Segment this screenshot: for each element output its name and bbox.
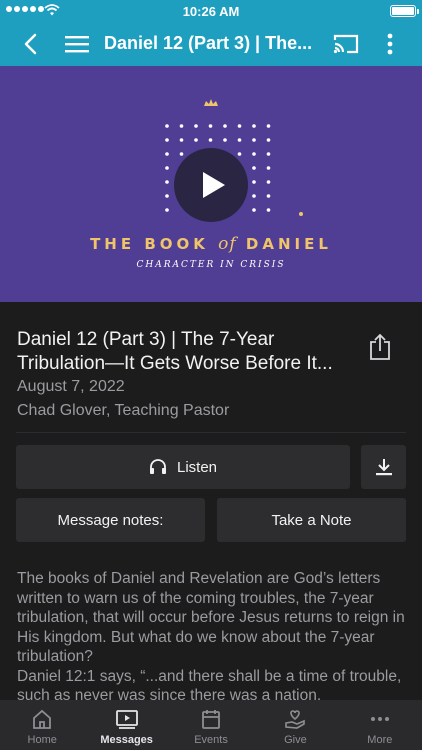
- play-icon: [203, 172, 225, 198]
- artwork-dot: [165, 138, 169, 142]
- message-notes-button[interactable]: Message notes:: [16, 498, 205, 542]
- artwork-dot: [252, 208, 256, 212]
- message-title: Daniel 12 (Part 3) | The 7-Year Tribulat…: [17, 329, 333, 374]
- artwork-dot: [208, 124, 213, 128]
- artwork-dot: [252, 138, 256, 142]
- download-button[interactable]: [361, 445, 406, 489]
- artwork-dot: [165, 180, 169, 184]
- tab-events[interactable]: Events: [169, 700, 253, 750]
- series-artwork: THE BOOK of DANIEL CHARACTER IN CRISIS: [0, 66, 422, 302]
- tab-home[interactable]: Home: [0, 700, 84, 750]
- crown-icon: [204, 99, 218, 106]
- listen-button[interactable]: Listen: [16, 445, 350, 489]
- artwork-dot: [266, 152, 271, 156]
- artwork-dot: [165, 152, 169, 156]
- artwork-dot: [266, 180, 271, 184]
- hamburger-menu-icon[interactable]: [64, 32, 90, 56]
- artwork-dot: [165, 166, 169, 170]
- app-bar: Daniel 12 (Part 3) | The...: [0, 22, 422, 66]
- artwork-dot: [266, 194, 271, 198]
- calendar-icon: [202, 710, 220, 729]
- artwork-dot: [252, 194, 256, 198]
- artwork-dot: [252, 152, 256, 156]
- more-vertical-icon[interactable]: [380, 32, 400, 56]
- tab-give[interactable]: Give: [253, 700, 337, 750]
- back-arrow-icon[interactable]: [20, 32, 44, 56]
- messages-icon: [115, 710, 138, 729]
- message-date: August 7, 2022: [17, 378, 125, 395]
- listen-label: Listen: [176, 458, 218, 476]
- artwork-dot: [252, 124, 256, 128]
- artwork-dot: [223, 138, 227, 142]
- message-description: The books of Daniel and Revelation are G…: [17, 569, 409, 706]
- cast-icon[interactable]: [333, 32, 359, 56]
- take-a-note-button[interactable]: Take a Note: [217, 498, 406, 542]
- give-icon: [285, 710, 306, 729]
- tab-bar: Home Messages Events Give More: [0, 700, 422, 750]
- screen: 10:26 AM Daniel 12 (Part 3) | The... THE…: [0, 0, 422, 750]
- artwork-dot: [266, 208, 271, 212]
- artwork-dot: [179, 124, 184, 128]
- artwork-dot: [252, 166, 256, 170]
- share-icon[interactable]: [368, 333, 392, 361]
- series-title: THE BOOK of DANIEL: [90, 234, 332, 254]
- more-horizontal-icon: [370, 717, 389, 721]
- status-time: 10:26 AM: [182, 4, 240, 19]
- tab-more[interactable]: More: [338, 700, 422, 750]
- artwork-dot: [266, 166, 271, 170]
- artwork-dot: [194, 138, 198, 142]
- artwork-dot: [208, 138, 213, 142]
- artwork-dot: [165, 124, 169, 128]
- home-icon: [33, 709, 52, 729]
- headphones-icon: [149, 459, 166, 474]
- artwork-dot: [237, 138, 242, 142]
- artwork-dot: [194, 124, 198, 128]
- app-bar-title: Daniel 12 (Part 3) | The...: [104, 33, 313, 53]
- artwork-dot: [165, 208, 169, 212]
- artwork-dot: [223, 124, 227, 128]
- message-speaker: Chad Glover, Teaching Pastor: [17, 402, 230, 419]
- download-icon: [375, 459, 392, 476]
- artwork-dot: [165, 194, 169, 198]
- artwork-dot: [237, 124, 242, 128]
- artwork-dot: [179, 138, 184, 142]
- battery-icon: [390, 5, 419, 17]
- play-button[interactable]: [174, 148, 248, 222]
- description-paragraph: The books of Daniel and Revelation are G…: [17, 570, 405, 665]
- divider: [16, 432, 406, 433]
- artwork-dot: [252, 180, 256, 184]
- status-bar: 10:26 AM: [0, 0, 422, 22]
- artwork-dot: [266, 138, 271, 142]
- series-subtitle: CHARACTER IN CRISIS: [136, 260, 286, 270]
- tab-messages[interactable]: Messages: [84, 700, 168, 750]
- artwork-dot: [266, 124, 271, 128]
